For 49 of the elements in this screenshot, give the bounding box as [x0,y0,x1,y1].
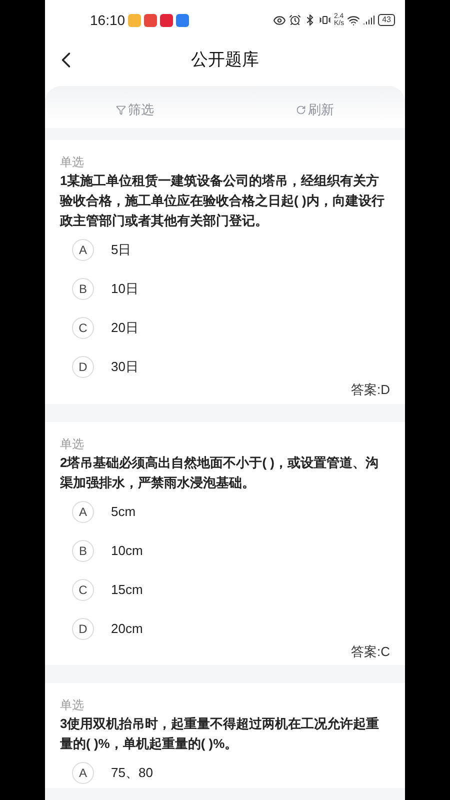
answer-option[interactable]: C 20日 [72,317,390,339]
answer-option[interactable]: A 5日 [72,239,390,261]
question-type: 单选 [60,154,85,171]
option-letter: C [72,317,94,339]
answer-option[interactable]: A 75、80 [72,762,390,784]
signal-icon [363,14,376,26]
option-letter: D [72,356,94,378]
option-letter: B [72,540,94,562]
answer-option[interactable]: B 10cm [72,540,390,562]
option-letter: D [72,618,94,640]
question-text: 2塔吊基础必须高出自然地面不小于( )，或设置管道、沟渠加强排水，严禁雨水浸泡基础。 [60,454,380,492]
page-title: 公开题库 [191,49,259,72]
eye-icon [272,14,286,26]
option-letter: C [72,578,94,600]
answer-label: 答案:D [351,381,390,399]
option-text: 10日 [111,280,138,298]
app-icon [160,14,174,26]
question-type: 单选 [60,436,85,452]
answer-label: 答案:C [351,642,390,660]
option-text: 20cm [111,620,143,638]
vibrate-icon [318,14,331,26]
question-text: 1某施工单位租赁一建筑设备公司的塔吊，经组织有关方验收合格，施工单位应在验收合格之日起( )内，向建设行政主管部门或者其他有关部门登记。 [60,172,386,230]
app-icon [144,14,158,26]
option-letter: A [72,500,94,522]
wifi-icon [347,14,360,26]
option-text: 10cm [111,542,143,560]
option-letter: A [72,239,94,261]
question-text: 3使用双机抬吊时，起重量不得超过两机在工况允许起重量的( )%，单机起重量的( )%。 [60,715,380,753]
answer-option[interactable]: A 5cm [72,500,390,522]
app-icon [176,14,190,26]
option-text: 20日 [111,319,138,338]
answer-option[interactable]: C 15cm [72,578,390,600]
option-text: 5日 [111,241,132,260]
option-text: 30日 [111,358,138,376]
refresh-icon [296,104,306,114]
option-letter: A [72,762,94,784]
status-time: 16:10 [90,10,126,30]
app-icon [128,14,142,26]
battery-icon: 43 [378,14,395,26]
answer-option[interactable]: B 10日 [72,278,390,300]
filter-icon [116,104,126,114]
alarm-icon [288,14,301,26]
option-text: 5cm [111,502,136,521]
answer-option[interactable]: D 20cm [72,618,390,640]
option-letter: B [72,278,94,300]
option-text: 15cm [111,580,143,599]
answer-option[interactable]: D 30日 [72,356,390,378]
question-type: 单选 [60,697,85,714]
option-text: 75、80 [111,764,153,782]
